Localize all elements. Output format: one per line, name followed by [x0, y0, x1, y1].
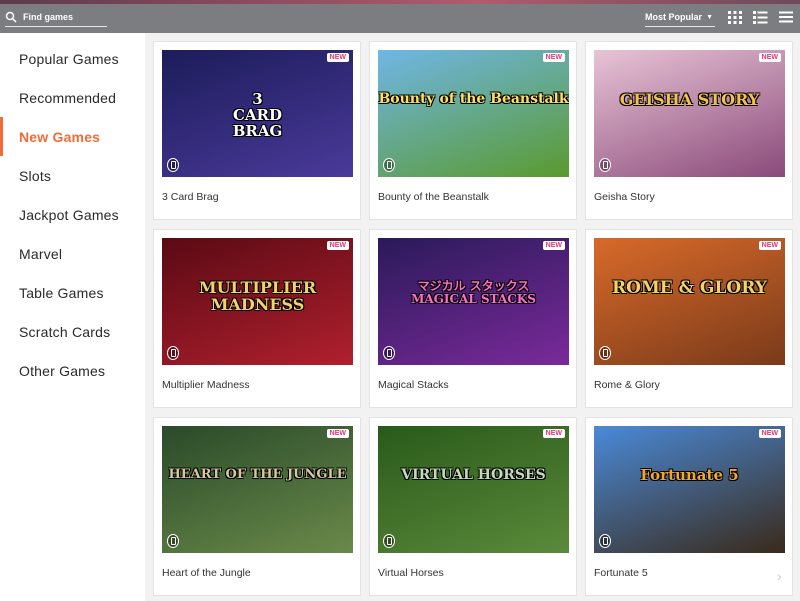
- game-name: Fortunate 5: [594, 567, 648, 579]
- game-card[interactable]: ROME & GLORY NEW Rome & Glory: [585, 229, 793, 408]
- category-sidebar: Popular Games Recommended New Games Slot…: [0, 33, 145, 601]
- game-card[interactable]: MULTIPLIER MADNESS NEW Multiplier Madness: [153, 229, 361, 408]
- sidebar-item-label: Other Games: [19, 362, 106, 379]
- banner-strip: [0, 0, 800, 4]
- game-thumbnail[interactable]: VIRTUAL HORSES NEW: [378, 426, 569, 553]
- game-art-title: HEART OF THE JUNGLE: [168, 467, 347, 482]
- sidebar-item-label: Jackpot Games: [19, 206, 119, 223]
- game-name: Heart of the Jungle: [162, 567, 251, 579]
- sidebar-item-table-games[interactable]: Table Games: [0, 273, 145, 312]
- mobile-icon: [383, 346, 395, 360]
- game-art-title: Fortunate 5: [640, 466, 739, 484]
- game-card[interactable]: マジカル スタックス MAGICAL STACKS NEW Magical Stac…: [369, 229, 577, 408]
- menu-icon[interactable]: [778, 9, 794, 25]
- new-badge: NEW: [326, 241, 349, 250]
- chevron-down-icon: ▼: [706, 13, 713, 21]
- game-art-title: MULTIPLIER MADNESS: [198, 278, 317, 314]
- sidebar-item-popular-games[interactable]: Popular Games: [0, 39, 145, 78]
- new-badge: NEW: [758, 53, 781, 62]
- game-name: Bounty of the Beanstalk: [378, 191, 489, 203]
- game-art-title: 3 CARD BRAG: [232, 90, 283, 140]
- list-view-icon[interactable]: [752, 9, 768, 25]
- game-art-title: マジカル スタックス MAGICAL STACKS: [411, 279, 536, 306]
- chevron-right-icon[interactable]: ›: [777, 568, 782, 584]
- mobile-icon: [599, 158, 611, 172]
- top-bar: Most Popular ▼: [0, 0, 800, 33]
- mobile-icon: [383, 534, 395, 548]
- mobile-icon: [167, 158, 179, 172]
- new-badge: NEW: [542, 241, 565, 250]
- game-thumbnail[interactable]: Bounty of the Beanstalk NEW: [378, 50, 569, 177]
- sort-dropdown[interactable]: Most Popular ▼: [645, 8, 715, 27]
- sidebar-item-scratch-cards[interactable]: Scratch Cards: [0, 312, 145, 351]
- grid-view-icon[interactable]: [727, 9, 743, 25]
- sidebar-item-label: Popular Games: [19, 50, 119, 67]
- game-name: 3 Card Brag: [162, 191, 219, 203]
- sidebar-item-jackpot-games[interactable]: Jackpot Games: [0, 195, 145, 234]
- new-badge: NEW: [542, 429, 565, 438]
- game-card[interactable]: HEART OF THE JUNGLE NEW Heart of the Jungl…: [153, 417, 361, 596]
- game-art-title: VIRTUAL HORSES: [401, 467, 546, 483]
- mobile-icon: [383, 158, 395, 172]
- new-badge: NEW: [326, 53, 349, 62]
- mobile-icon: [167, 346, 179, 360]
- new-badge: NEW: [542, 53, 565, 62]
- game-thumbnail[interactable]: GEISHA STORY NEW: [594, 50, 785, 177]
- new-badge: NEW: [326, 429, 349, 438]
- game-card[interactable]: Bounty of the Beanstalk NEW Bounty of the …: [369, 41, 577, 220]
- game-card[interactable]: Fortunate 5 NEW Fortunate 5: [585, 417, 793, 596]
- mobile-icon: [599, 346, 611, 360]
- search-input[interactable]: [23, 12, 103, 22]
- game-name: Magical Stacks: [378, 379, 449, 391]
- game-art-title: GEISHA STORY: [619, 90, 760, 109]
- game-thumbnail[interactable]: マジカル スタックス MAGICAL STACKS NEW: [378, 238, 569, 365]
- game-art-title: Bounty of the Beanstalk: [378, 91, 569, 107]
- sidebar-item-label: Table Games: [19, 284, 104, 301]
- game-name: Rome & Glory: [594, 379, 660, 391]
- game-thumbnail[interactable]: ROME & GLORY NEW: [594, 238, 785, 365]
- sidebar-item-label: Marvel: [19, 245, 63, 262]
- game-thumbnail[interactable]: 3 CARD BRAG NEW: [162, 50, 353, 177]
- sidebar-item-new-games[interactable]: New Games: [0, 117, 145, 156]
- game-art-title: ROME & GLORY: [612, 278, 767, 298]
- sidebar-item-other-games[interactable]: Other Games: [0, 351, 145, 390]
- game-thumbnail[interactable]: MULTIPLIER MADNESS NEW: [162, 238, 353, 365]
- sort-selected-value: Most Popular: [645, 12, 703, 22]
- new-badge: NEW: [758, 429, 781, 438]
- mobile-icon: [599, 534, 611, 548]
- game-card[interactable]: GEISHA STORY NEW Geisha Story: [585, 41, 793, 220]
- search-icon: [5, 11, 17, 23]
- new-badge: NEW: [758, 241, 781, 250]
- game-card[interactable]: 3 CARD BRAG NEW 3 Card Brag: [153, 41, 361, 220]
- mobile-icon: [167, 534, 179, 548]
- game-name: Geisha Story: [594, 191, 655, 203]
- search-box[interactable]: [5, 8, 107, 27]
- sidebar-item-recommended[interactable]: Recommended: [0, 78, 145, 117]
- sidebar-item-marvel[interactable]: Marvel: [0, 234, 145, 273]
- sidebar-item-label: New Games: [19, 128, 101, 145]
- game-name: Virtual Horses: [378, 567, 444, 579]
- sidebar-item-label: Slots: [19, 167, 52, 184]
- game-thumbnail[interactable]: Fortunate 5 NEW: [594, 426, 785, 553]
- game-card[interactable]: VIRTUAL HORSES NEW Virtual Horses: [369, 417, 577, 596]
- sidebar-item-label: Recommended: [19, 89, 117, 106]
- sidebar-item-label: Scratch Cards: [19, 323, 111, 340]
- game-thumbnail[interactable]: HEART OF THE JUNGLE NEW: [162, 426, 353, 553]
- sidebar-item-slots[interactable]: Slots: [0, 156, 145, 195]
- game-name: Multiplier Madness: [162, 379, 250, 391]
